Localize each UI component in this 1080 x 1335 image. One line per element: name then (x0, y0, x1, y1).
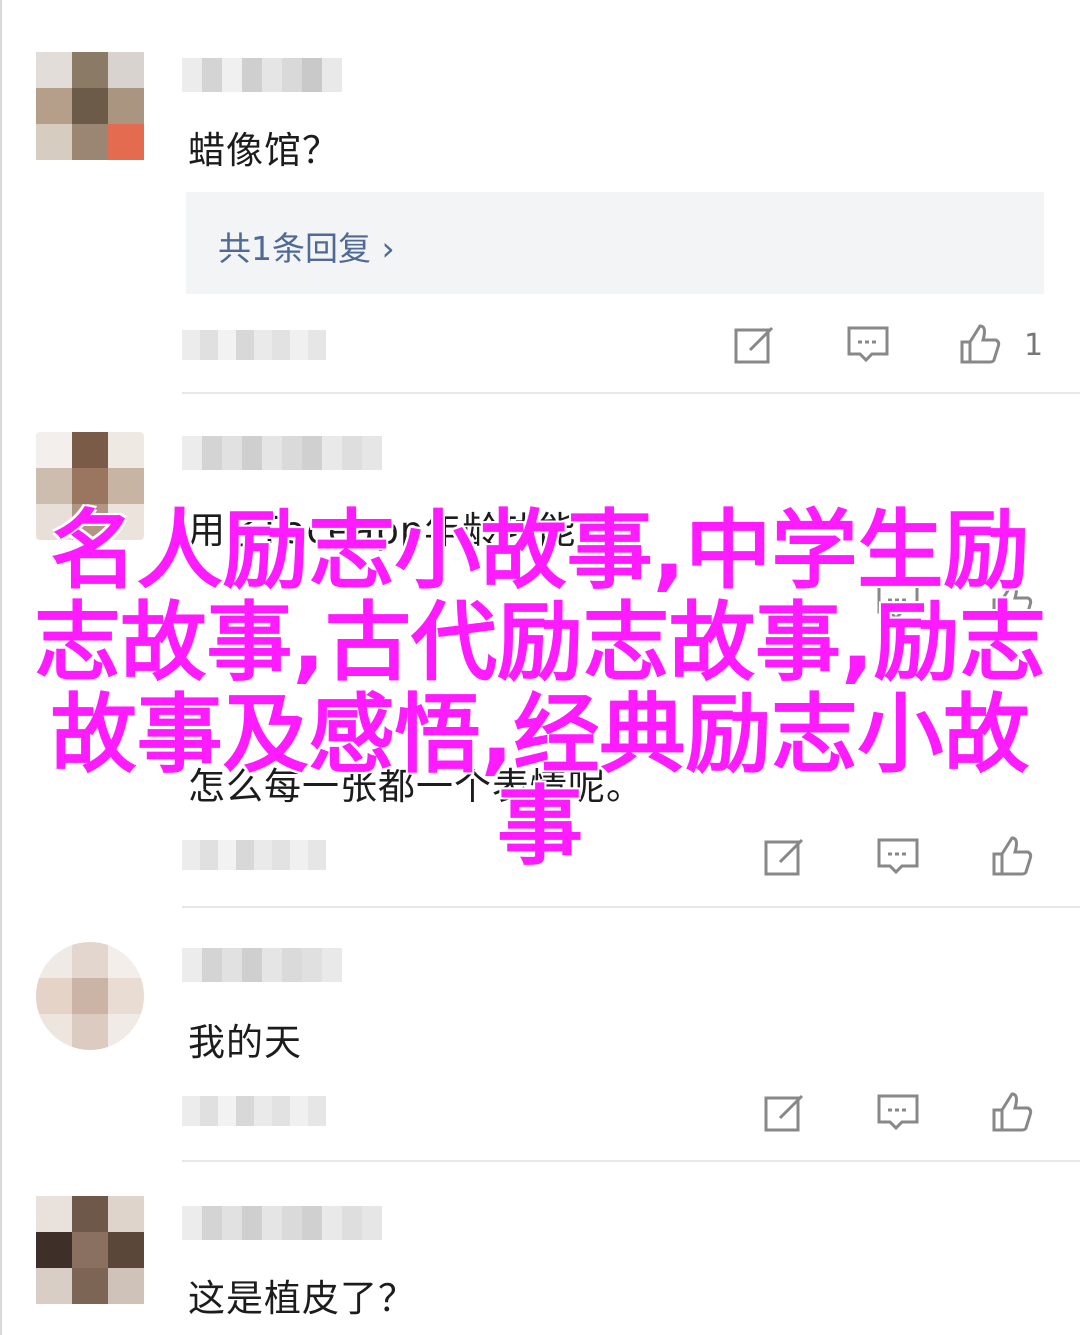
reply-count-link[interactable]: 共1条回复 › (218, 222, 395, 270)
divider (182, 906, 1080, 908)
divider (182, 392, 1080, 394)
like-count: 1 (1024, 328, 1044, 363)
avatar[interactable] (36, 1196, 144, 1304)
edit-icon[interactable] (760, 1088, 808, 1136)
avatar[interactable] (36, 942, 144, 1050)
comment-text: 我的天 (188, 1021, 302, 1064)
avatar[interactable] (36, 52, 144, 160)
comment-icon[interactable] (844, 320, 892, 368)
thumbs-up-icon[interactable] (956, 320, 1004, 368)
edit-icon[interactable] (730, 320, 778, 368)
comment-text: 蜡像馆？ (188, 129, 340, 172)
overlay-headline: 名人励志小故事,中学生励志故事,古代励志故事,励志故事及感悟,经典励志小故事 (34, 501, 1046, 877)
thumbs-up-icon[interactable] (988, 1088, 1036, 1136)
reply-summary[interactable]: 共1条回复 › (186, 192, 1044, 294)
comment-text: 这是植皮了？ (188, 1277, 416, 1320)
comment-icon[interactable] (874, 1088, 922, 1136)
divider (182, 1160, 1080, 1162)
